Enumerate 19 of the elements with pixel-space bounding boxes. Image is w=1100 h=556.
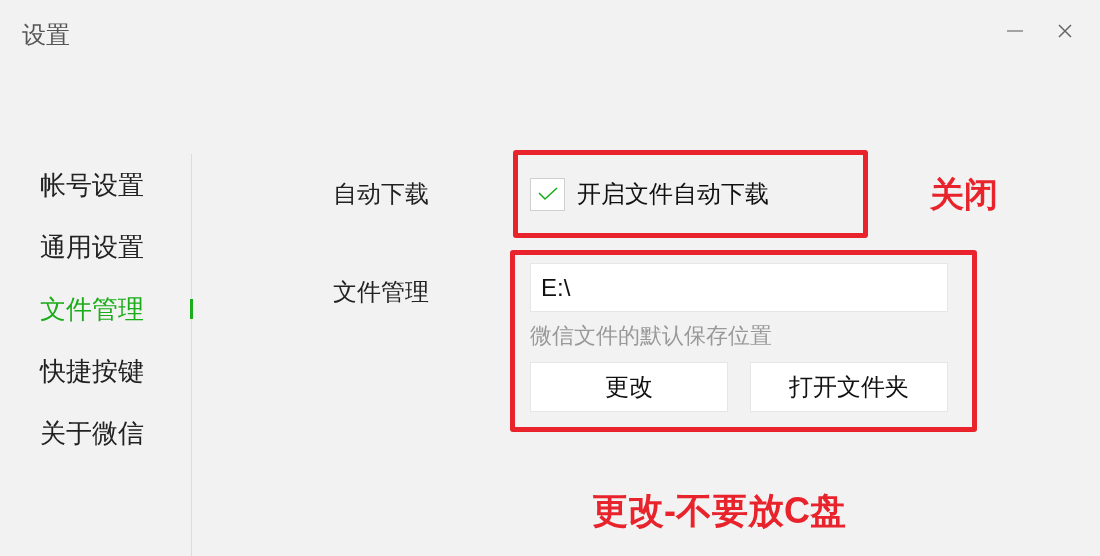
checkbox[interactable] — [530, 177, 565, 211]
checkmark-icon — [537, 187, 558, 201]
action-button[interactable]: 更改 — [530, 362, 728, 412]
annotation-text: 更改-不要放C盘 — [592, 489, 846, 533]
setting-label: 自动下载 — [333, 179, 430, 209]
sidebar-item[interactable]: 帐号设置 — [0, 167, 144, 203]
sidebar-item[interactable]: 通用设置 — [0, 229, 144, 265]
minimize-icon — [1007, 30, 1023, 32]
selection-indicator — [190, 299, 193, 319]
sidebar-item[interactable]: 关于微信 — [0, 415, 144, 451]
path-field[interactable]: E:\ — [530, 263, 948, 312]
window-title: 设置 — [22, 20, 70, 50]
annotation-text: 关闭 — [930, 173, 998, 215]
close-icon — [1058, 24, 1072, 38]
sidebar-item[interactable]: 快捷按键 — [0, 353, 144, 389]
setting-label: 文件管理 — [333, 277, 430, 307]
action-button[interactable]: 打开文件夹 — [750, 362, 948, 412]
hint-text: 微信文件的默认保存位置 — [530, 322, 773, 350]
checkbox-label: 开启文件自动下载 — [577, 179, 769, 209]
